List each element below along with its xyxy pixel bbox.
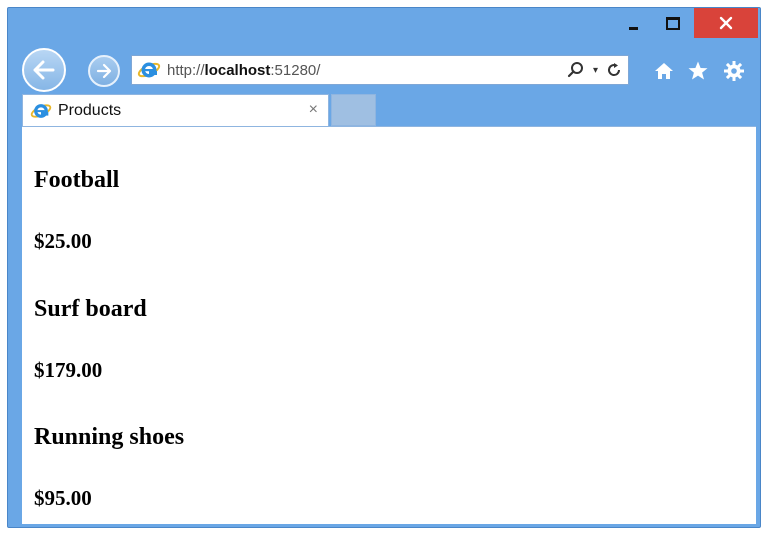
arrow-left-icon [33,60,55,80]
close-button[interactable] [694,8,758,38]
favorites-button[interactable] [685,58,711,84]
internet-explorer-icon [137,62,161,78]
internet-explorer-icon [30,103,52,118]
product-item: Football $25.00 [34,167,120,253]
product-item: Running shoes $95.00 [34,424,185,510]
arrow-right-icon [96,63,112,79]
new-tab-button[interactable] [331,94,376,126]
product-price: $179.00 [34,358,103,382]
product-name: Surf board [34,296,147,322]
chevron-down-icon[interactable]: ▾ [593,65,598,76]
tab-close-icon[interactable]: × [309,101,318,119]
product-price: $25.00 [34,229,92,253]
star-icon [688,61,708,80]
product-item: Surf board $179.00 [34,296,147,382]
maximize-icon [666,16,680,30]
url-text[interactable]: http://localhost:51280/ [167,62,320,79]
minimize-button[interactable] [616,8,650,38]
refresh-icon[interactable] [606,62,622,78]
product-price: $95.00 [34,486,92,510]
home-icon [655,63,673,79]
search-icon[interactable] [567,61,585,79]
address-bar[interactable]: http://localhost:51280/ ▾ [131,55,629,85]
maximize-button[interactable] [656,8,690,38]
tab-products[interactable]: Products × [22,94,329,126]
product-name: Football [34,167,120,193]
address-tools: ▾ [567,59,622,81]
url-prefix: http:// [167,61,205,79]
minimize-icon [628,26,638,30]
home-button[interactable] [651,58,677,84]
url-host: localhost [204,61,271,79]
product-name: Running shoes [34,424,185,450]
tab-title: Products [58,101,122,119]
close-icon [719,16,733,30]
settings-button[interactable] [721,58,747,84]
url-suffix: :51280/ [270,61,321,79]
forward-button[interactable] [88,55,120,87]
page-content: Football $25.00 Surf board $179.00 Runni… [22,126,756,524]
gear-icon [724,61,744,81]
browser-window: http://localhost:51280/ ▾ Products × Foo… [7,7,761,528]
back-button[interactable] [22,48,66,92]
